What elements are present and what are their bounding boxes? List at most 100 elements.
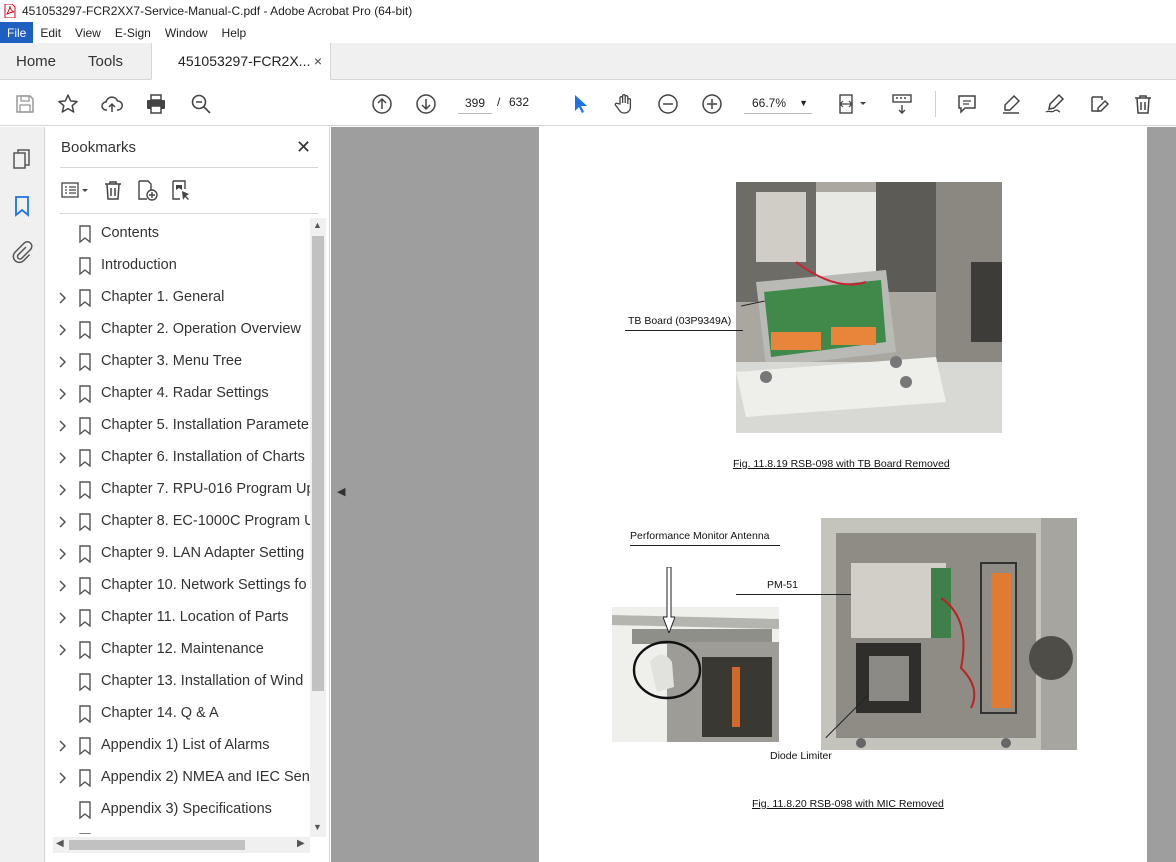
bookmark-item[interactable]: Introduction [46, 250, 310, 282]
sign-pen-icon[interactable] [1042, 91, 1068, 117]
bookmark-item[interactable]: Appendix 3) Specifications [46, 794, 310, 826]
bookmark-icon [79, 673, 91, 691]
bookmarks-panel-icon[interactable] [10, 194, 34, 218]
bookmark-item[interactable]: Contents [46, 218, 310, 250]
bookmark-item[interactable]: Chapter 9. LAN Adapter Setting [46, 538, 310, 570]
highlight-pen-icon[interactable] [998, 91, 1024, 117]
bookmark-item[interactable]: Chapter 14. Q & A [46, 698, 310, 730]
menu-esign[interactable]: E-Sign [108, 22, 158, 43]
bookmark-label: Chapter 7. RPU-016 Program Up [101, 481, 310, 497]
zoom-search-icon[interactable] [188, 91, 214, 117]
figure-caption: Fig. 11.8.20 RSB-098 with MIC Removed [752, 798, 944, 810]
chevron-right-icon[interactable] [58, 643, 68, 657]
zoom-in-icon[interactable] [699, 91, 725, 117]
bookmark-label: Appendix 3) Specifications [101, 801, 272, 817]
tab-home[interactable]: Home [0, 43, 72, 79]
bookmark-icon [79, 289, 91, 307]
scrollbar-thumb[interactable] [312, 236, 324, 691]
bookmark-item[interactable]: Appendix 1) List of Alarms [46, 730, 310, 762]
chevron-right-icon[interactable] [58, 355, 68, 369]
bookmark-icon [79, 801, 91, 819]
tab-document[interactable]: 451053297-FCR2X... × [151, 43, 332, 80]
chevron-right-icon[interactable] [58, 483, 68, 497]
chevron-right-icon[interactable] [58, 547, 68, 561]
close-tab-icon[interactable]: × [314, 53, 322, 69]
page-number-input[interactable]: 399 [458, 92, 492, 114]
delete-bookmark-icon[interactable] [102, 179, 124, 201]
bookmark-label: Introduction [101, 257, 177, 273]
collapse-panel-arrow-icon[interactable]: ◀ [337, 485, 345, 498]
bookmark-options-icon[interactable] [60, 179, 90, 201]
menu-edit[interactable]: Edit [33, 22, 68, 43]
menu-window[interactable]: Window [158, 22, 215, 43]
bookmark-item[interactable]: Appendix 2) NMEA and IEC Sen [46, 762, 310, 794]
bookmark-item[interactable]: Ref.1) Installation of C.M... [46, 826, 310, 834]
bookmark-item[interactable]: Chapter 5. Installation Paramete [46, 410, 310, 442]
previous-page-icon[interactable] [369, 91, 395, 117]
chevron-right-icon[interactable] [58, 739, 68, 753]
menu-file[interactable]: File [0, 22, 34, 43]
chevron-right-icon[interactable] [58, 387, 68, 401]
chevron-right-icon[interactable] [58, 291, 68, 305]
bookmark-item[interactable]: Chapter 2. Operation Overview [46, 314, 310, 346]
bookmark-item[interactable]: Chapter 10. Network Settings fo [46, 570, 310, 602]
chevron-right-icon[interactable] [58, 419, 68, 433]
bookmark-star-icon[interactable] [55, 91, 81, 117]
chevron-right-icon[interactable] [58, 771, 68, 785]
zoom-out-icon[interactable] [655, 91, 681, 117]
scroll-up-arrow-icon[interactable]: ▲ [313, 220, 322, 230]
bookmark-item[interactable]: Chapter 1. General [46, 282, 310, 314]
document-viewport[interactable]: ◀ TB Board (03P9349A) Fig. 11.8.19 RSB-0… [331, 127, 1176, 862]
menu-help[interactable]: Help [215, 22, 254, 43]
zoom-level-dropdown[interactable]: 66.7% ▼ [744, 92, 812, 114]
bookmark-item[interactable]: Chapter 11. Location of Parts [46, 602, 310, 634]
scroll-mode-icon[interactable] [889, 91, 915, 117]
close-panel-icon[interactable]: ✕ [296, 137, 311, 158]
bookmark-icon [79, 737, 91, 755]
chevron-right-icon[interactable] [58, 323, 68, 337]
bookmark-icon [79, 833, 91, 834]
new-bookmark-icon[interactable] [136, 179, 158, 201]
chevron-right-icon[interactable] [58, 579, 68, 593]
pm-51-label: PM-51 [767, 579, 798, 591]
save-icon[interactable] [12, 91, 38, 117]
select-cursor-icon[interactable] [567, 91, 593, 117]
bookmarks-horizontal-scrollbar[interactable]: ◀ ▶ [53, 837, 310, 853]
scrollbar-thumb[interactable] [69, 840, 245, 850]
find-bookmark-icon[interactable] [170, 179, 192, 201]
hand-tool-icon[interactable] [611, 91, 637, 117]
bookmark-item[interactable]: Chapter 13. Installation of Wind [46, 666, 310, 698]
print-icon[interactable] [143, 91, 169, 117]
bookmark-item[interactable]: Chapter 7. RPU-016 Program Up [46, 474, 310, 506]
bookmark-item[interactable]: Chapter 6. Installation of Charts [46, 442, 310, 474]
delete-trash-icon[interactable] [1130, 91, 1156, 117]
chevron-right-icon[interactable] [58, 611, 68, 625]
bookmark-item[interactable]: Chapter 12. Maintenance [46, 634, 310, 666]
bookmark-icon [79, 449, 91, 467]
zoom-level-value: 66.7% [752, 96, 787, 110]
scroll-down-arrow-icon[interactable]: ▼ [313, 822, 322, 832]
attachments-paperclip-icon[interactable] [10, 240, 34, 264]
bookmark-icon [79, 481, 91, 499]
bookmarks-vertical-scrollbar[interactable]: ▲ ▼ [310, 218, 326, 837]
total-pages: 632 [509, 95, 530, 109]
bookmark-item[interactable]: Chapter 4. Radar Settings [46, 378, 310, 410]
scroll-right-arrow-icon[interactable]: ▶ [297, 838, 305, 849]
upload-cloud-icon[interactable] [99, 91, 125, 117]
edit-pdf-icon[interactable] [1086, 91, 1112, 117]
chevron-right-icon[interactable] [58, 515, 68, 529]
bookmark-item[interactable]: Chapter 3. Menu Tree [46, 346, 310, 378]
tab-tools[interactable]: Tools [72, 43, 139, 79]
scroll-left-arrow-icon[interactable]: ◀ [56, 838, 64, 849]
page-fit-icon[interactable] [833, 91, 873, 117]
navigation-rail [0, 127, 45, 862]
bookmark-item[interactable]: Chapter 8. EC-1000C Program U [46, 506, 310, 538]
menu-view[interactable]: View [68, 22, 108, 43]
bookmark-label: Chapter 12. Maintenance [101, 641, 264, 657]
comment-icon[interactable] [954, 91, 980, 117]
bookmark-icon [79, 705, 91, 723]
page-thumbnails-icon[interactable] [10, 147, 34, 171]
window-title-bar: 451053297-FCR2XX7-Service-Manual-C.pdf -… [0, 0, 1176, 22]
next-page-icon[interactable] [413, 91, 439, 117]
chevron-right-icon[interactable] [58, 451, 68, 465]
